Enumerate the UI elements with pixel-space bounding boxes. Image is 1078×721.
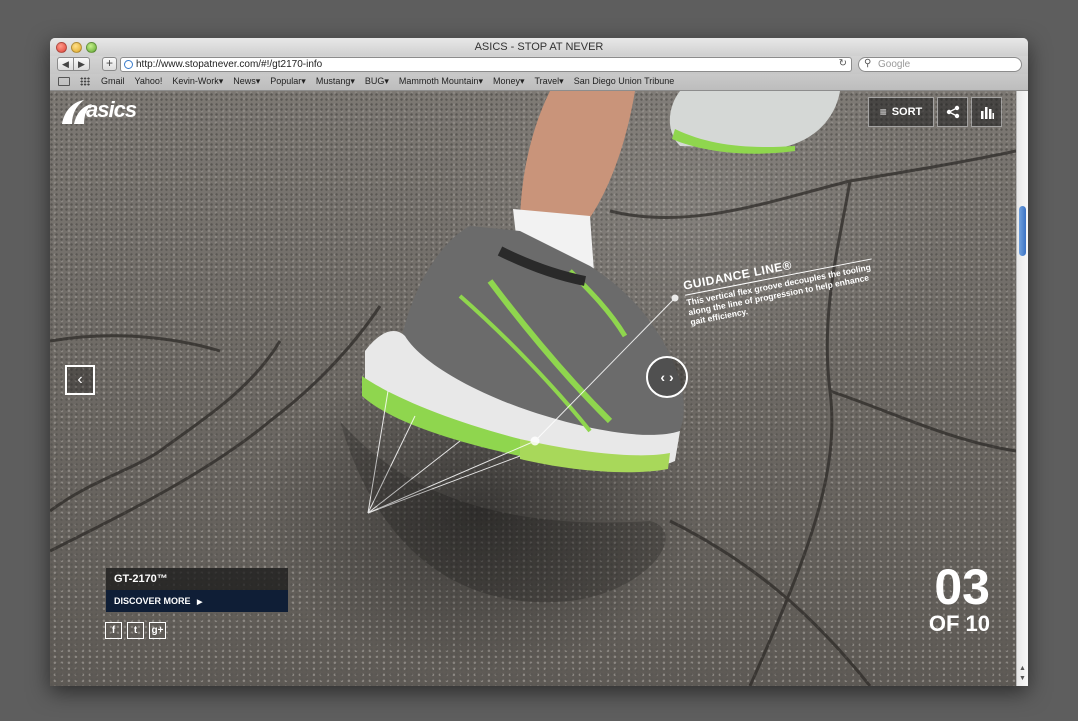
bookmark-item[interactable]: Travel▾ — [535, 76, 564, 87]
caret-right-icon: ▶ — [197, 599, 203, 606]
previous-slide-button[interactable]: ‹ — [65, 365, 95, 395]
grid-icon[interactable] — [80, 77, 90, 86]
running-shoe — [362, 226, 684, 473]
share-icon — [946, 105, 959, 119]
bookmark-item[interactable]: News▾ — [233, 76, 260, 87]
slide-counter: 03 OF 10 — [929, 561, 990, 635]
page-viewport: asics ≡ SORT ‹ ‹ › GUIDANCE LINE® This v… — [50, 91, 1016, 686]
stats-button[interactable] — [971, 97, 1002, 127]
discover-more-label: DISCOVER MORE — [114, 596, 191, 606]
scrollbar-thumb[interactable] — [1019, 206, 1026, 256]
bookmark-item[interactable]: San Diego Union Tribune — [574, 76, 675, 87]
browser-toolbar: ◀ ▶ + http://www.stopatnever.com/#!/gt21… — [50, 56, 1028, 74]
bookmark-item[interactable]: Mustang▾ — [316, 76, 355, 87]
window-title: ASICS - STOP AT NEVER — [474, 41, 604, 53]
search-input[interactable]: ⚲ Google — [858, 57, 1022, 72]
address-bar[interactable]: http://www.stopatnever.com/#!/gt2170-inf… — [120, 57, 852, 72]
forward-button[interactable]: ▶ — [73, 57, 90, 71]
url-text[interactable]: http://www.stopatnever.com/#!/gt2170-inf… — [136, 59, 322, 70]
discover-more-button[interactable]: DISCOVER MORE ▶ — [106, 590, 288, 612]
bookmark-item[interactable]: Mammoth Mountain▾ — [399, 76, 483, 87]
browser-window: ASICS - STOP AT NEVER ◀ ▶ + http://www.s… — [50, 38, 1028, 686]
menu-icon: ≡ — [879, 105, 887, 119]
bookmark-list: Gmail Yahoo! Kevin-Work▾ News▾ Popular▾ … — [101, 76, 684, 87]
search-icon: ⚲ — [864, 58, 872, 69]
bookmarks-bar: Gmail Yahoo! Kevin-Work▾ News▾ Popular▾ … — [50, 74, 1028, 91]
facebook-icon[interactable]: f — [105, 622, 122, 639]
chevron-left-icon: ‹ — [77, 371, 83, 388]
vertical-scrollbar[interactable]: ▲ ▼ — [1016, 91, 1028, 686]
expand-arrows-icon: ‹ › — [660, 369, 674, 385]
scroll-up-arrow-icon[interactable]: ▲ — [1019, 665, 1026, 672]
bookmark-item[interactable]: Kevin-Work▾ — [172, 76, 223, 87]
sort-label: SORT — [891, 106, 923, 118]
title-bar: ASICS - STOP AT NEVER — [50, 38, 1028, 56]
scroll-down-arrow-icon[interactable]: ▼ — [1019, 675, 1026, 682]
sort-button[interactable]: ≡ SORT — [868, 97, 934, 127]
bookmark-item[interactable]: Money▾ — [493, 76, 525, 87]
share-button[interactable] — [937, 97, 968, 127]
background-shoe — [669, 91, 840, 154]
top-controls: ≡ SORT — [868, 97, 1002, 127]
bar-chart-icon — [980, 107, 994, 119]
search-placeholder: Google — [878, 59, 911, 70]
google-plus-icon[interactable]: g+ — [149, 622, 166, 639]
current-slide-number: 03 — [934, 559, 990, 615]
bookmark-item[interactable]: Gmail — [101, 76, 125, 87]
social-links: f t g+ — [105, 622, 166, 639]
bookmark-item[interactable]: BUG▾ — [365, 76, 389, 87]
globe-icon — [124, 60, 133, 69]
twitter-icon[interactable]: t — [127, 622, 144, 639]
back-button[interactable]: ◀ — [57, 57, 74, 71]
product-name: GT-2170™ — [106, 568, 288, 590]
brand-logo-text[interactable]: asics — [86, 97, 137, 123]
reload-icon[interactable]: ↻ — [839, 58, 847, 69]
bookmark-item[interactable]: Yahoo! — [135, 76, 163, 87]
book-icon[interactable] — [58, 77, 70, 86]
add-bookmark-button[interactable]: + — [102, 57, 117, 71]
guidance-hotspot-button[interactable]: ‹ › — [646, 356, 688, 398]
product-panel: GT-2170™ DISCOVER MORE ▶ — [106, 568, 288, 612]
total-slides: OF 10 — [928, 611, 990, 636]
bookmark-item[interactable]: Popular▾ — [270, 76, 306, 87]
